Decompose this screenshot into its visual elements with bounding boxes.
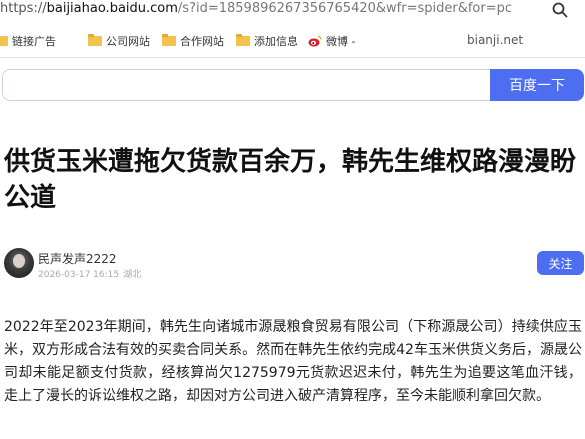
bookmark-add-info[interactable]: 添加信息 (236, 33, 298, 49)
search-input[interactable] (2, 69, 490, 101)
weibo-icon (308, 35, 322, 47)
folder-icon (0, 36, 8, 46)
bookmark-weibo[interactable]: 微博 - (308, 33, 368, 49)
url-text[interactable]: https://baijiahao.baidu.com/s?id=1859896… (0, 0, 545, 18)
bookmark-label: 微博 - (326, 35, 356, 48)
folder-icon (162, 34, 176, 46)
publish-location: 湖北 (123, 270, 142, 280)
bookmark-label: 添加信息 (254, 35, 298, 48)
bookmarks-bar: 链接广告 公司网站 合作网站 添加信息 微博 - bianji.net (0, 24, 585, 58)
search-bar: 百度一下 (2, 69, 584, 101)
bookmark-bianji[interactable]: bianji.net (467, 33, 523, 47)
folder-icon (88, 34, 102, 46)
article-title: 供货玉米遭拖欠货款百余万，韩先生维权路漫漫盼公道 (4, 147, 577, 213)
address-bar[interactable]: https://baijiahao.baidu.com/s?id=1859896… (0, 0, 585, 20)
follow-button[interactable]: 关注 (537, 251, 584, 275)
url-host: baijiahao.baidu.com (46, 1, 178, 16)
avatar[interactable] (4, 248, 34, 278)
article-paragraph: 2022年至2023年期间，韩先生向诸城市源晟粮食贸易有限公司（下称源晟公司）持… (4, 319, 582, 404)
bookmark-label: 合作网站 (180, 35, 224, 48)
search-button[interactable]: 百度一下 (490, 69, 584, 101)
author-name[interactable]: 民声发声2222 (38, 250, 117, 267)
author-meta: 2026-03-17 16:15 湖北 (38, 267, 141, 280)
folder-icon (236, 34, 250, 46)
publish-time: 2026-03-17 16:15 (38, 270, 120, 280)
bookmark-label: 链接广告 (12, 35, 56, 48)
bookmark-partner-site[interactable]: 合作网站 (162, 33, 234, 49)
url-path: /s?id=1859896267356765420&wfr=spider&for… (177, 1, 512, 16)
url-prefix: https:// (0, 1, 47, 16)
bookmark-company-site[interactable]: 公司网站 (88, 33, 162, 49)
zoom-icon[interactable] (551, 1, 569, 19)
bookmark-label: 公司网站 (106, 35, 150, 48)
author-row: 民声发声2222 2026-03-17 16:15 湖北 关注 (4, 248, 584, 282)
bookmark-links[interactable]: 链接广告 (0, 33, 78, 49)
